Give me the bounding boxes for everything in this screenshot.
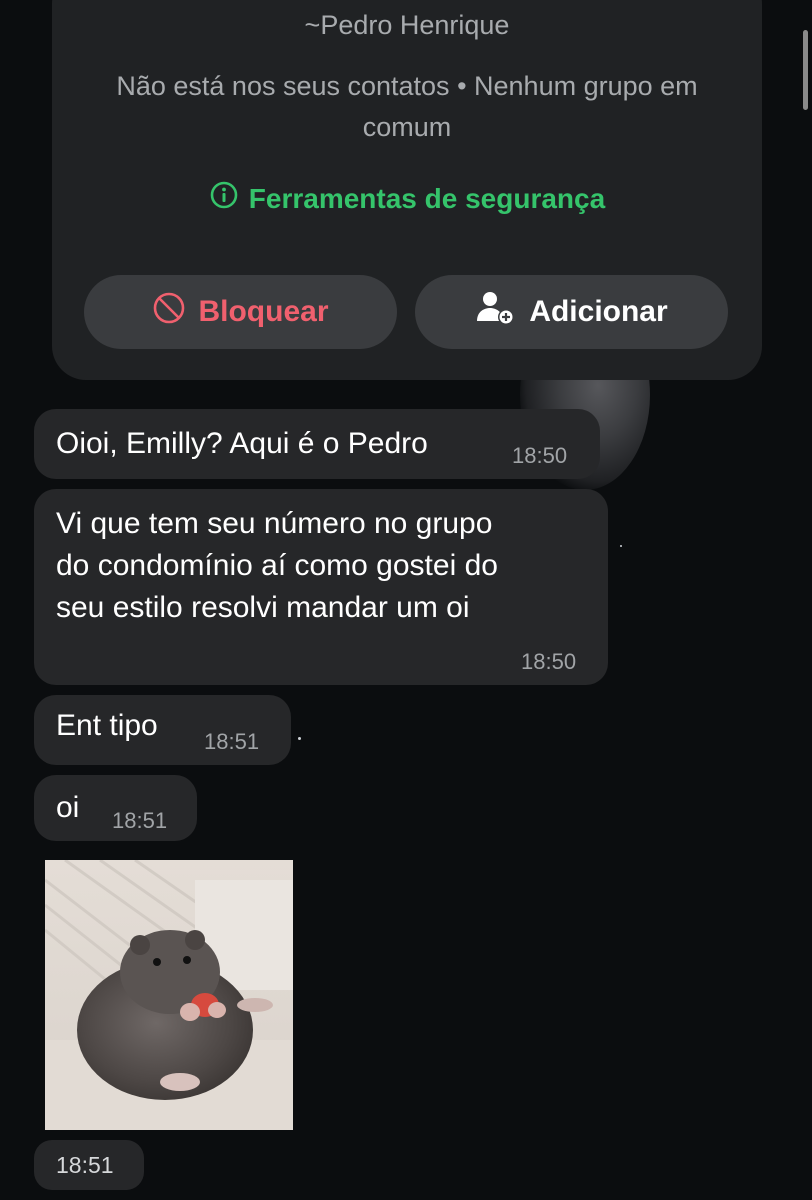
message-time: 18:50 bbox=[521, 649, 577, 674]
wallpaper-star bbox=[298, 737, 301, 740]
message-bubble[interactable]: Oioi, Emilly? Aqui é o Pedro 18:50 bbox=[34, 409, 600, 479]
info-icon bbox=[209, 180, 239, 217]
message-line: Vi que tem seu número no grupo bbox=[56, 507, 493, 540]
contact-name: ~Pedro Henrique bbox=[304, 10, 510, 40]
message-time: 18:50 bbox=[512, 443, 568, 468]
safety-tools-link[interactable]: Ferramentas de segurança bbox=[52, 180, 762, 217]
block-label: Bloquear bbox=[198, 295, 329, 328]
safety-tools-label: Ferramentas de segurança bbox=[248, 182, 606, 214]
add-contact-label: Adicionar bbox=[529, 295, 668, 328]
message-time: 18:51 bbox=[112, 808, 168, 833]
hamster-photo[interactable] bbox=[45, 860, 293, 1130]
message-text: Oioi, Emilly? Aqui é o Pedro bbox=[56, 427, 428, 460]
message-text: oi bbox=[56, 791, 80, 824]
message-line: seu estilo resolvi mandar um oi bbox=[56, 591, 470, 624]
block-button[interactable]: Bloquear bbox=[84, 275, 397, 349]
message-bubble[interactable]: Ent tipo 18:51 bbox=[34, 695, 291, 765]
message-time: 18:51 bbox=[204, 729, 260, 754]
photo-timestamp: 18:51 bbox=[34, 1140, 144, 1190]
message-bubble[interactable]: Vi que tem seu número no grupo do condom… bbox=[34, 489, 608, 685]
message-time: 18:51 bbox=[56, 1152, 114, 1178]
unknown-contact-card: ~Pedro Henrique Não está nos seus contat… bbox=[52, 0, 762, 380]
add-contact-icon bbox=[475, 290, 517, 334]
add-contact-button[interactable]: Adicionar bbox=[415, 275, 728, 349]
scrollbar[interactable] bbox=[803, 30, 808, 110]
message-line: do condomínio aí como gostei do bbox=[56, 549, 498, 582]
message-text: Ent tipo bbox=[56, 709, 158, 742]
block-icon bbox=[152, 291, 186, 333]
contact-meta: Não está nos seus contatos • Nenhum grup… bbox=[116, 71, 698, 142]
wallpaper-star bbox=[620, 545, 622, 547]
message-bubble[interactable]: oi 18:51 bbox=[34, 775, 197, 841]
